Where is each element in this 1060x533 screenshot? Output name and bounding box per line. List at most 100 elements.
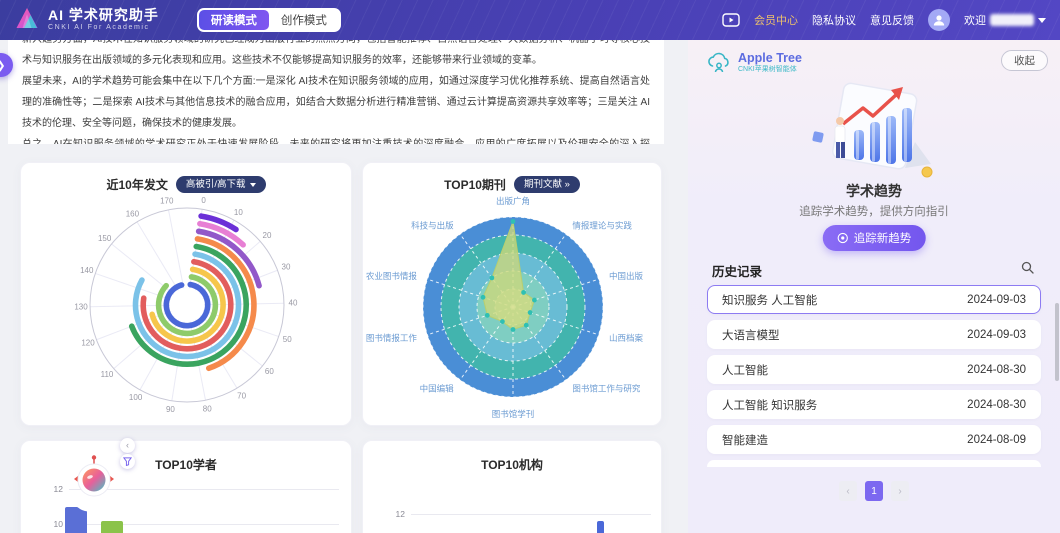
history-item-date: 2024-08-30 bbox=[967, 399, 1026, 411]
card-top10-journals: TOP10期刊 期刊文献 » 出版广角情报理论与实践中国出版山西档案图书馆工作与… bbox=[362, 162, 662, 426]
svg-text:0: 0 bbox=[201, 196, 206, 205]
svg-text:150: 150 bbox=[98, 234, 112, 243]
video-tutorial-icon[interactable] bbox=[722, 13, 740, 27]
card-top10-institutions: TOP10机构 12 bbox=[362, 440, 662, 533]
svg-text:图书馆工作与研究: 图书馆工作与研究 bbox=[572, 384, 641, 394]
bar bbox=[101, 521, 123, 533]
history-item-date: 2024-09-03 bbox=[967, 294, 1026, 306]
trend-illustration bbox=[799, 80, 949, 185]
redacted-username bbox=[990, 14, 1034, 26]
highcite-download-dropdown[interactable]: 高被引/高下载 bbox=[176, 176, 266, 193]
pagination-prev-button[interactable]: ‹ bbox=[839, 481, 857, 501]
svg-text:90: 90 bbox=[166, 405, 175, 414]
cloud-agent-icon bbox=[706, 49, 732, 75]
nav-feedback[interactable]: 意见反馈 bbox=[870, 12, 914, 28]
apple-tree-logo: Apple Tree CNKI苹果树智能体 bbox=[706, 49, 802, 75]
svg-text:农业图书情报: 农业图书情报 bbox=[366, 271, 418, 281]
app-subtitle: CNKI AI For Academic bbox=[48, 23, 159, 32]
analysis-paragraph: 新兴趋势方面，AI技术在知识服务领域的研究已经成为出版行业的热点方向，包括智能推… bbox=[22, 40, 650, 71]
card-title-publications: 近10年发文 bbox=[107, 176, 168, 193]
svg-text:10: 10 bbox=[234, 208, 243, 217]
app-title: AI 学术研究助手 bbox=[48, 8, 159, 23]
pagination-next-button[interactable]: › bbox=[891, 481, 909, 501]
history-item-date: 2024-08-09 bbox=[967, 434, 1026, 446]
pagination-page-1[interactable]: 1 bbox=[865, 481, 883, 501]
svg-text:科技与出版: 科技与出版 bbox=[411, 220, 454, 230]
mascot-collapse-button[interactable]: ‹ bbox=[120, 438, 135, 453]
svg-text:出版广角: 出版广角 bbox=[496, 196, 530, 206]
svg-text:情报理论与实践: 情报理论与实践 bbox=[572, 220, 632, 230]
user-avatar[interactable] bbox=[928, 9, 950, 31]
history-item[interactable]: 智能建造 2024-08-09 bbox=[707, 425, 1041, 454]
history-item-label: 大语言模型 bbox=[722, 327, 780, 343]
history-item-label: 人工智能 知识服务 bbox=[722, 397, 817, 413]
svg-text:中国编辑: 中国编辑 bbox=[420, 384, 455, 394]
analysis-text-block: 新兴趋势方面，AI技术在知识服务领域的研究已经成为出版行业的热点方向，包括智能推… bbox=[8, 40, 664, 144]
agent-name: Apple Tree bbox=[738, 51, 802, 65]
trend-description: 追踪学术趋势，提供方向指引 bbox=[688, 203, 1060, 219]
history-item-date: 2024-09-03 bbox=[967, 329, 1026, 341]
card-title-institutions: TOP10机构 bbox=[481, 456, 543, 473]
history-item[interactable]: 大语言模型 2024-09-03 bbox=[707, 320, 1041, 349]
history-item[interactable]: 知识服务 人工智能 2024-09-03 bbox=[707, 285, 1041, 314]
svg-text:图书情报工作: 图书情报工作 bbox=[366, 333, 418, 343]
y-tick-label: 10 bbox=[41, 519, 63, 529]
tab-create-mode[interactable]: 创作模式 bbox=[269, 10, 339, 30]
collapse-sidebar-button[interactable]: 收起 bbox=[1001, 50, 1048, 71]
trend-sidebar: Apple Tree CNKI苹果树智能体 收起 bbox=[688, 40, 1060, 533]
tab-read-mode[interactable]: 研读模式 bbox=[199, 10, 269, 30]
analysis-paragraph: 总之，AI在知识服务领域的学术研究正处于快速发展阶段，未来的研究将更加注重技术的… bbox=[22, 134, 650, 144]
y-tick-label: 12 bbox=[41, 484, 63, 494]
agent-subtitle: CNKI苹果树智能体 bbox=[738, 65, 802, 74]
svg-text:120: 120 bbox=[81, 338, 95, 347]
svg-text:130: 130 bbox=[74, 302, 88, 311]
history-section-title: 历史记录 bbox=[712, 261, 762, 280]
history-item[interactable]: 人工智能 知识服务 2024-08-30 bbox=[707, 390, 1041, 419]
history-item[interactable]: 人工智能 2024-08-30 bbox=[707, 355, 1041, 384]
nav-member-center[interactable]: 会员中心 bbox=[754, 12, 798, 28]
svg-text:170: 170 bbox=[160, 196, 174, 205]
svg-text:80: 80 bbox=[203, 405, 212, 414]
svg-text:100: 100 bbox=[129, 393, 143, 402]
funnel-icon bbox=[123, 457, 132, 466]
svg-text:60: 60 bbox=[265, 367, 274, 376]
bar bbox=[597, 521, 604, 533]
mode-tabs: 研读模式 创作模式 bbox=[197, 8, 341, 32]
svg-text:20: 20 bbox=[263, 231, 272, 240]
svg-text:70: 70 bbox=[237, 391, 246, 400]
trend-title: 学术趋势 bbox=[688, 181, 1060, 201]
svg-text:140: 140 bbox=[80, 266, 94, 275]
mascot-filter-button[interactable] bbox=[120, 454, 135, 469]
card-title-journals: TOP10期刊 bbox=[444, 176, 506, 193]
history-item-partial[interactable] bbox=[707, 460, 1041, 467]
dropdown-caret-icon bbox=[250, 183, 256, 187]
app-logo: AI 学术研究助手 CNKI AI For Academic bbox=[14, 6, 159, 35]
radar-target-icon bbox=[837, 232, 849, 244]
analysis-paragraph: 展望未来，AI的学术趋势可能会集中在以下几个方面:一是深化 AI技术在知识服务领… bbox=[22, 71, 650, 134]
svg-text:50: 50 bbox=[283, 335, 292, 344]
caret-down-icon bbox=[1038, 18, 1046, 23]
svg-text:110: 110 bbox=[101, 370, 114, 379]
logo-triangle-icon bbox=[14, 6, 40, 35]
app-header: AI 学术研究助手 CNKI AI For Academic 研读模式 创作模式… bbox=[0, 0, 1060, 40]
svg-text:160: 160 bbox=[126, 210, 140, 219]
svg-text:山西档案: 山西档案 bbox=[609, 333, 644, 343]
pub10-polar-chart: 0 10 20 30 40 50 60 70 80 90 100 110 120 130 140 150 160… bbox=[21, 193, 352, 419]
svg-text:30: 30 bbox=[282, 263, 291, 272]
card-publications-10yr: 近10年发文 高被引/高下载 0 10 20 30 40 50 60 70 80 90 100 110… bbox=[20, 162, 352, 426]
nav-privacy-policy[interactable]: 隐私协议 bbox=[812, 12, 856, 28]
ai-assistant-mascot[interactable] bbox=[66, 453, 122, 518]
svg-text:40: 40 bbox=[289, 299, 298, 308]
history-item-label: 知识服务 人工智能 bbox=[722, 292, 817, 308]
vertical-scrollbar[interactable] bbox=[1055, 303, 1059, 381]
history-item-label: 智能建造 bbox=[722, 432, 768, 448]
welcome-text[interactable]: 欢迎 bbox=[964, 12, 1046, 28]
history-search-icon[interactable] bbox=[1021, 261, 1034, 279]
track-new-trends-button[interactable]: 追踪新趋势 bbox=[823, 225, 926, 251]
history-item-date: 2024-08-30 bbox=[967, 364, 1026, 376]
history-list: 知识服务 人工智能 2024-09-03 大语言模型 2024-09-03 人工智能 20… bbox=[707, 285, 1041, 467]
journal-literature-link[interactable]: 期刊文献 » bbox=[514, 176, 580, 193]
svg-text:中国出版: 中国出版 bbox=[609, 271, 644, 281]
journals-radar-chart: 出版广角情报理论与实践中国出版山西档案图书馆工作与研究图书馆学刊中国编辑图书情报… bbox=[363, 193, 662, 419]
history-item-label: 人工智能 bbox=[722, 362, 768, 378]
